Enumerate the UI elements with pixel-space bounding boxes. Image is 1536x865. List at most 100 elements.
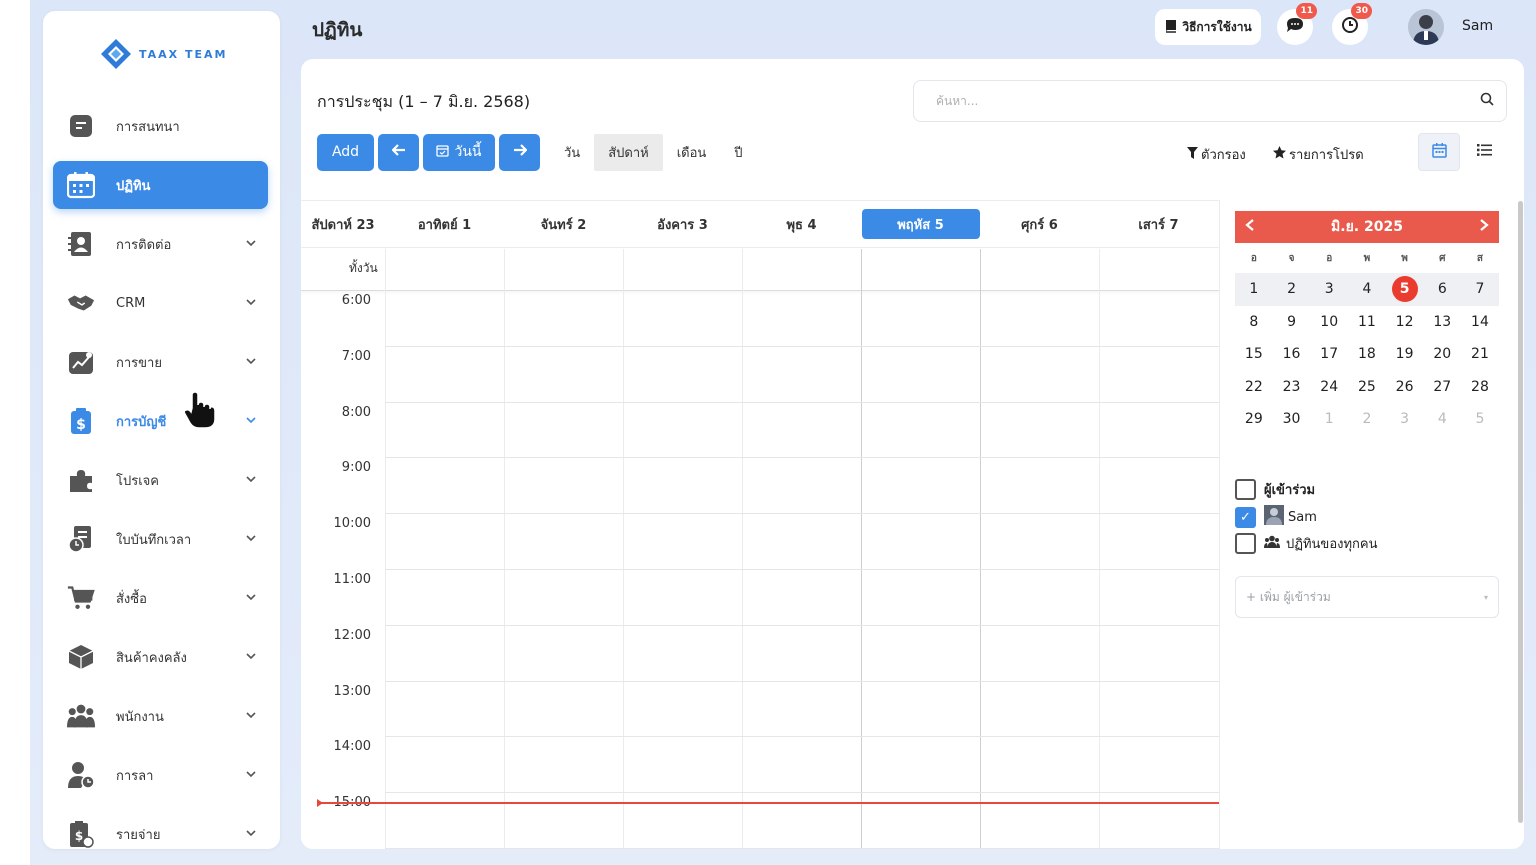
attendee-item[interactable]: ✓ Sam: [1235, 505, 1495, 529]
sidebar-item-employees[interactable]: พนักงาน: [53, 692, 268, 740]
next-button[interactable]: [499, 133, 540, 171]
week-header: สัปดาห์ 23 อาทิตย์ 1 จันทร์ 2 อังคาร 3 พ…: [301, 200, 1219, 248]
mini-day[interactable]: 4: [1348, 273, 1386, 306]
mini-day[interactable]: 12: [1386, 306, 1424, 339]
mini-day[interactable]: 30: [1273, 403, 1311, 436]
logo[interactable]: TAAX TEAM: [99, 37, 227, 71]
reminders-button[interactable]: 30: [1332, 3, 1372, 45]
view-tab-day[interactable]: วัน: [550, 134, 594, 171]
scrollbar[interactable]: [1518, 201, 1523, 823]
add-attendee-select[interactable]: + เพิ่ม ผู้เข้าร่วม ▾: [1235, 576, 1499, 618]
sidebar-item-sales[interactable]: การขาย: [53, 338, 268, 386]
time-label: 14:00: [333, 739, 371, 755]
search-input[interactable]: [936, 94, 1480, 108]
calendar-view-button[interactable]: [1418, 133, 1460, 171]
calendar-grid-icon: [1431, 142, 1447, 162]
mini-day[interactable]: 6: [1423, 273, 1462, 306]
mini-day[interactable]: 18: [1348, 338, 1386, 371]
add-button[interactable]: Add: [317, 133, 374, 171]
filter-button[interactable]: ตัวกรอง: [1187, 144, 1246, 165]
allday-row[interactable]: ทั้งวัน: [301, 249, 1219, 291]
mini-day[interactable]: 19: [1386, 338, 1424, 371]
chevron-down-icon: [246, 769, 258, 781]
user-name[interactable]: Sam: [1462, 18, 1493, 34]
attendee-item[interactable]: ปฏิทินของทุกคน: [1235, 533, 1495, 554]
time-grid[interactable]: 6:00 7:00 8:00 9:00 10:00 11:00 12:00 13:00 14:0…: [301, 249, 1219, 849]
day-header-mon[interactable]: จันทร์ 2: [504, 201, 623, 247]
search-icon[interactable]: [1480, 92, 1494, 110]
view-tab-week[interactable]: สัปดาห์: [594, 133, 663, 171]
day-header-sat[interactable]: เสาร์ 7: [1099, 201, 1218, 247]
sidebar-item-calendar[interactable]: ปฏิทิน: [53, 161, 268, 209]
sidebar-item-chat[interactable]: การสนทนา: [53, 102, 268, 150]
day-header-wed[interactable]: พุธ 4: [742, 201, 861, 247]
chevron-right-icon[interactable]: [1479, 219, 1489, 235]
mini-day[interactable]: 13: [1423, 306, 1461, 339]
sidebar-item-crm[interactable]: CRM: [53, 279, 268, 327]
mini-day[interactable]: 23: [1273, 371, 1311, 404]
sidebar-item-inventory[interactable]: สินค้าคงคลัง: [53, 633, 268, 681]
hour-line: [385, 736, 1219, 738]
mini-day[interactable]: 24: [1310, 371, 1348, 404]
favorites-button[interactable]: รายการโปรด: [1273, 144, 1364, 165]
mini-day[interactable]: 17: [1310, 338, 1348, 371]
chevron-down-icon: [246, 297, 258, 309]
sidebar-item-timesheet[interactable]: ใบบันทึกเวลา: [53, 515, 268, 563]
mini-day[interactable]: 11: [1348, 306, 1386, 339]
view-tab-month[interactable]: เดือน: [663, 134, 721, 171]
day-header-fri[interactable]: ศุกร์ 6: [980, 201, 1099, 247]
mini-day[interactable]: 1: [1310, 403, 1348, 436]
sidebar-item-projects[interactable]: โปรเจค: [53, 456, 268, 504]
day-header-thu[interactable]: พฤหัส 5: [861, 201, 980, 247]
sidebar-item-purchase[interactable]: สั่งซื้อ: [53, 574, 268, 622]
mini-day[interactable]: 8: [1235, 306, 1273, 339]
mini-day[interactable]: 20: [1423, 338, 1461, 371]
mini-calendar-weekdays: อจอพพศส: [1235, 243, 1499, 273]
day-header-sun[interactable]: อาทิตย์ 1: [385, 201, 504, 247]
chevron-down-icon: [246, 592, 258, 604]
prev-button[interactable]: [378, 133, 419, 171]
help-button[interactable]: วิธีการใช้งาน: [1155, 9, 1261, 45]
mini-day[interactable]: 10: [1310, 306, 1348, 339]
mini-day[interactable]: 28: [1461, 371, 1499, 404]
view-tab-year[interactable]: ปี: [720, 134, 756, 171]
calendar-card: การประชุม (1 – 7 มิ.ย. 2568) Add วันนี้ …: [301, 59, 1524, 849]
help-label: วิธีการใช้งาน: [1182, 19, 1252, 34]
mini-day[interactable]: 16: [1273, 338, 1311, 371]
mini-day[interactable]: 15: [1235, 338, 1273, 371]
mini-day[interactable]: 1: [1235, 273, 1273, 306]
attendees-group[interactable]: ผู้เข้าร่วม: [1235, 479, 1495, 500]
mini-day[interactable]: 3: [1386, 403, 1424, 436]
chevron-left-icon[interactable]: [1245, 219, 1255, 235]
attendee-checkbox-sam[interactable]: ✓: [1235, 506, 1256, 528]
sidebar-item-contacts[interactable]: การติดต่อ: [53, 220, 268, 268]
leave-icon: [67, 761, 95, 789]
mini-day[interactable]: 21: [1461, 338, 1499, 371]
mini-day[interactable]: 27: [1423, 371, 1461, 404]
mini-day[interactable]: 22: [1235, 371, 1273, 404]
mini-day[interactable]: 26: [1386, 371, 1424, 404]
mini-day[interactable]: 5: [1385, 273, 1424, 306]
messages-button[interactable]: 11: [1277, 3, 1317, 45]
mini-day[interactable]: 3: [1310, 273, 1349, 306]
mini-day[interactable]: 7: [1461, 273, 1499, 306]
today-button[interactable]: วันนี้: [423, 133, 495, 171]
attendees-all-checkbox[interactable]: [1235, 479, 1256, 500]
mini-day[interactable]: 14: [1461, 306, 1499, 339]
mini-day[interactable]: 2: [1348, 403, 1386, 436]
day-column-line: [385, 249, 386, 849]
mini-day[interactable]: 29: [1235, 403, 1273, 436]
day-header-tue[interactable]: อังคาร 3: [623, 201, 742, 247]
mini-day[interactable]: 4: [1423, 403, 1461, 436]
clock-icon: [1341, 16, 1359, 38]
sidebar-item-accounting[interactable]: $ การบัญชี: [53, 397, 268, 445]
mini-day[interactable]: 9: [1273, 306, 1311, 339]
mini-day[interactable]: 25: [1348, 371, 1386, 404]
mini-day[interactable]: 5: [1461, 403, 1499, 436]
list-view-button[interactable]: [1463, 133, 1505, 171]
sidebar-item-expenses[interactable]: $ รายจ่าย: [53, 810, 268, 849]
mini-day[interactable]: 2: [1272, 273, 1311, 306]
avatar[interactable]: [1408, 9, 1444, 45]
sidebar-item-leave[interactable]: การลา: [53, 751, 268, 799]
attendee-checkbox-everyone[interactable]: [1235, 533, 1256, 554]
